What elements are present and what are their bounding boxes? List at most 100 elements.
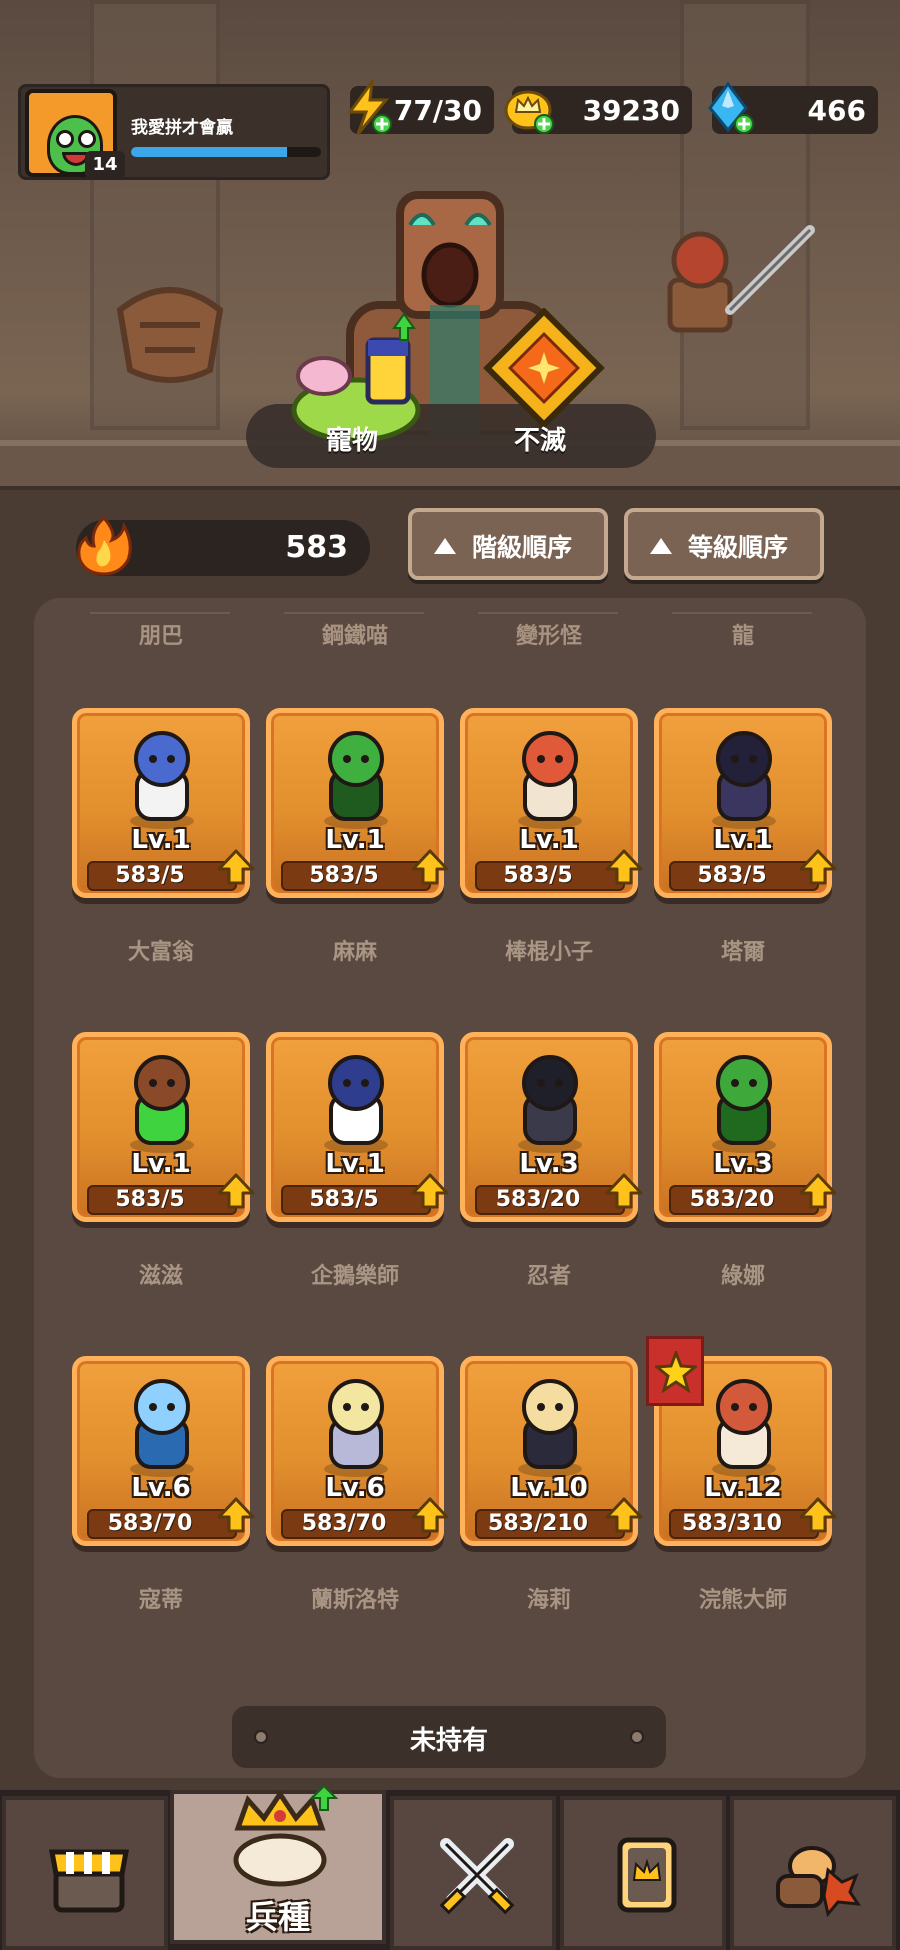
divider [90,612,230,614]
shadow-blob-icon [712,731,776,829]
unit-card[interactable]: Lv.6 583/70 [72,1356,255,1546]
crown-units-icon [233,1784,339,1887]
shop-stall-icon [49,1849,129,1913]
unit-card-count: 583/20 [689,1187,775,1212]
unit-name: 大富翁 [127,940,194,965]
upgrade-arrow-icon[interactable] [411,1173,449,1211]
unit-name: 蘭斯洛特 [310,1588,399,1613]
immortal-label[interactable]: 不滅 [514,420,566,457]
unit-card-count: 583/5 [503,863,573,888]
blue-gem-icon [708,81,754,134]
gem-counter[interactable]: 466 [708,81,878,134]
red-panda-master-icon [712,1379,776,1477]
nav-tab-battle[interactable] [390,1796,556,1950]
upgrade-arrow-icon[interactable] [799,1497,837,1535]
unit-card[interactable]: Lv.1 583/5 [72,708,255,898]
player-profile[interactable]: 14 我愛拼才會贏 [18,84,330,180]
fire-icon [77,515,132,576]
unit-name: 滋滋 [138,1264,183,1289]
unit-card-progress: 583/5 [281,1185,431,1215]
unit-card[interactable]: Lv.1 583/5 [460,708,643,898]
upgrade-arrow-icon[interactable] [217,1497,255,1535]
unit-name-above: 朋巴 [138,624,183,649]
unit-card-count: 583/5 [309,863,379,888]
unit-card-progress: 583/5 [87,861,237,891]
unit-card-progress: 583/20 [669,1185,819,1215]
totem-left-icon [116,287,224,383]
unowned-section-header[interactable]: 未持有 [232,1706,666,1768]
xp-bar [131,147,321,157]
unit-card-count: 583/5 [697,863,767,888]
player-name: 我愛拼才會贏 [131,118,233,138]
nav-units-label: 兵種 [245,1898,310,1936]
unit-card-count: 583/70 [301,1511,387,1536]
nav-tab-cards[interactable] [560,1796,726,1950]
unit-name: 海莉 [526,1588,571,1613]
unit-name: 麻麻 [332,940,377,965]
upgrade-arrow-icon[interactable] [217,849,255,887]
sort-asc-icon [434,538,456,554]
upgrade-arrow-icon[interactable] [799,1173,837,1211]
floor-edge [0,486,900,490]
crown-coin-icon [504,90,554,134]
star-icon [655,1351,697,1393]
energy-value: 77/30 [393,94,482,127]
upgrade-arrow-icon[interactable] [605,1173,643,1211]
unowned-label: 未持有 [409,1726,488,1756]
player-level-badge: 14 [85,151,125,179]
penguin-musician-icon [324,1055,388,1153]
ice-mage-icon [130,1379,194,1477]
screen: 14 我愛拼才會贏 77/30 39230 466 寵物 不滅 583 階級順序… [0,0,900,1950]
unit-name: 綠娜 [720,1264,765,1289]
unit-card[interactable]: Lv.1 583/5 [266,708,449,898]
energy-counter[interactable]: 77/30 [347,80,494,135]
unit-card-progress: 583/310 [669,1509,819,1539]
nav-tab-items[interactable] [730,1796,896,1950]
unit-card[interactable]: Lv.3 583/20 [654,1032,837,1222]
unit-card[interactable]: Lv.3 583/20 [460,1032,643,1222]
upgrade-arrow-icon[interactable] [217,1173,255,1211]
unit-card-count: 583/20 [495,1187,581,1212]
unit-card-count: 583/5 [115,1187,185,1212]
nav-tab-units[interactable]: 兵種 [170,1784,386,1944]
unit-card[interactable]: Lv.10 583/210 [460,1356,643,1546]
bread-leaf-icon [776,1846,862,1918]
goblin-shaman-icon [130,1055,194,1153]
unit-name: 浣熊大師 [698,1588,787,1613]
unit-card[interactable]: Lv.6 583/70 [266,1356,449,1546]
divider [672,612,812,614]
sort-asc-icon [650,538,672,554]
unit-name: 塔爾 [720,940,765,965]
unit-card-progress: 583/5 [669,861,819,891]
upgrade-arrow-icon[interactable] [411,1497,449,1535]
coin-counter[interactable]: 39230 [504,86,692,134]
pet-label[interactable]: 寵物 [326,420,378,457]
upgrade-arrow-icon[interactable] [605,849,643,887]
unit-card[interactable]: Lv.1 583/5 [654,708,837,898]
nav-tab-shop[interactable] [2,1796,168,1950]
unit-name-above: 鋼鐵喵 [321,624,388,649]
favorite-flag [646,1336,704,1406]
unit-card-progress: 583/210 [475,1509,625,1539]
upgrade-arrow-icon[interactable] [799,849,837,887]
sort-level-button[interactable]: 等級順序 [624,508,824,580]
unit-card-count: 583/70 [107,1511,193,1536]
unit-card-progress: 583/5 [475,861,625,891]
upgrade-arrow-icon[interactable] [411,849,449,887]
unit-card[interactable]: Lv.1 583/5 [72,1032,255,1222]
unit-card[interactable]: Lv.1 583/5 [266,1032,449,1222]
dryad-icon [712,1055,776,1153]
divider [284,612,424,614]
avatar-eye-left [56,130,74,148]
unit-card-progress: 583/5 [281,861,431,891]
immortal-gem-button[interactable] [474,308,614,438]
unit-card-progress: 583/70 [87,1509,237,1539]
winged-knight-icon [324,1379,388,1477]
divider [478,612,618,614]
tophat-gentleman-icon [130,731,194,829]
pillar-right [680,0,810,430]
upgrade-arrow-icon[interactable] [605,1497,643,1535]
unit-card-count: 583/310 [682,1511,782,1536]
sort-grade-button[interactable]: 階級順序 [408,508,608,580]
crossed-swords-icon [439,1838,515,1915]
